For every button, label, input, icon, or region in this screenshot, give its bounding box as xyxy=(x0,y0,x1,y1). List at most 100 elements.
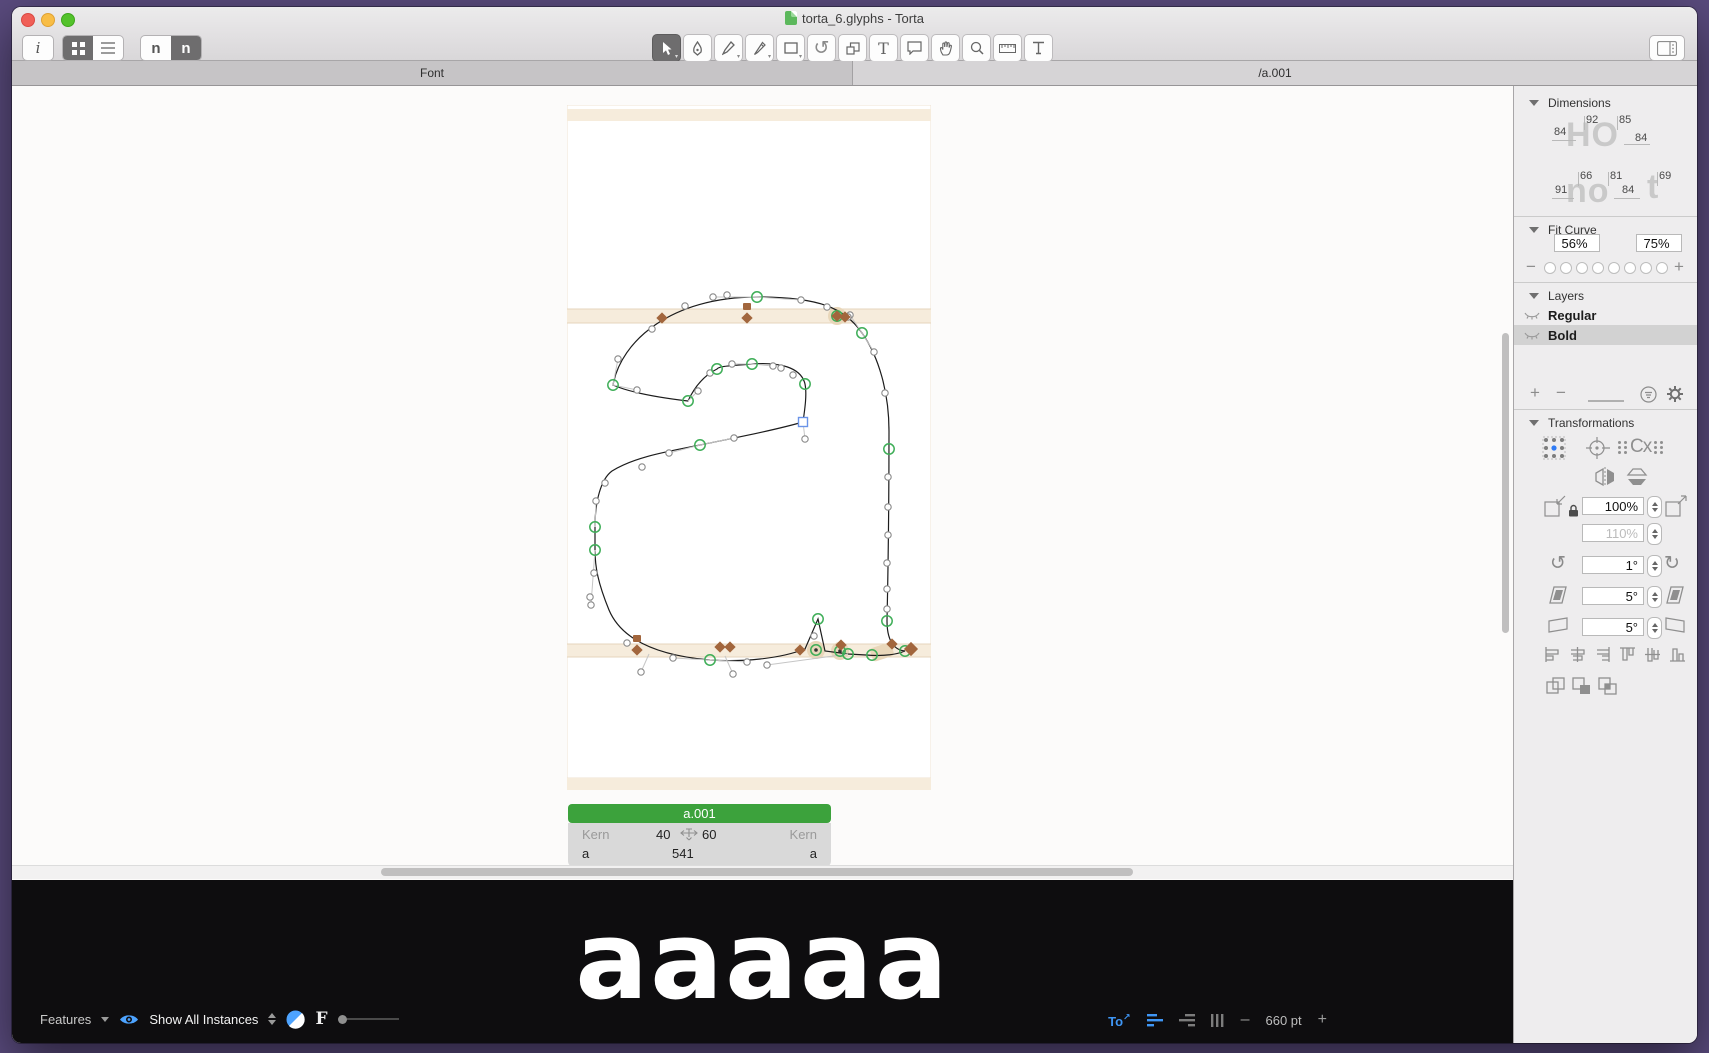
edit-canvas[interactable]: a.001 Kern 40 60 Kern a 541 a xyxy=(12,86,1513,880)
fit-curve-dot[interactable] xyxy=(1656,262,1668,274)
preview-area[interactable]: aaaaa Features Show All Instances F To↗ … xyxy=(12,880,1513,1043)
disclosure-triangle-icon[interactable] xyxy=(1529,227,1539,233)
tab-font[interactable]: Font xyxy=(12,61,853,85)
scale-y-stepper[interactable] xyxy=(1647,523,1662,545)
align-right-edges-icon[interactable] xyxy=(1594,646,1611,663)
align-top-edges-icon[interactable] xyxy=(1619,646,1636,663)
preview-eye-icon[interactable] xyxy=(119,1013,139,1026)
fit-curve-dot[interactable] xyxy=(1560,262,1572,274)
align-center-h-icon[interactable] xyxy=(1569,646,1586,663)
add-layer-button[interactable]: + xyxy=(1530,383,1540,403)
fit-curve-dot[interactable] xyxy=(1544,262,1556,274)
right-group-value[interactable]: a xyxy=(810,846,817,861)
fit-curve-dot[interactable] xyxy=(1624,262,1636,274)
intersect-icon[interactable] xyxy=(1598,677,1617,695)
scale-up-icon[interactable] xyxy=(1665,495,1687,517)
layer-settings-gear-icon[interactable] xyxy=(1666,385,1684,403)
transform-origin-grid-icon[interactable] xyxy=(1542,436,1566,460)
transformations-panel-header[interactable]: Transformations xyxy=(1529,416,1634,430)
chevron-down-icon[interactable] xyxy=(101,1017,109,1022)
scale-y-field[interactable]: 110% xyxy=(1582,524,1644,542)
kerning-toggle[interactable]: To↗ xyxy=(1108,1012,1130,1029)
rotate-field[interactable]: 1° xyxy=(1582,556,1644,574)
zoom-tool-button[interactable] xyxy=(962,34,991,62)
rotate-cw-icon[interactable]: ↻ xyxy=(1664,554,1680,573)
transform-reference-point-icon[interactable] xyxy=(1584,436,1610,460)
rsb-value[interactable]: 60 xyxy=(702,827,716,842)
slant-field[interactable]: 5° xyxy=(1582,587,1644,605)
slant-right-icon[interactable] xyxy=(1665,586,1685,604)
fit-curve-dot[interactable] xyxy=(1576,262,1588,274)
glyph-edit-area[interactable] xyxy=(567,105,931,778)
font-info-button[interactable]: i xyxy=(22,35,54,61)
transform-background-cx-icon[interactable]: Cx xyxy=(1618,436,1663,458)
disclosure-triangle-icon[interactable] xyxy=(1529,100,1539,106)
lsb-value[interactable]: 40 xyxy=(656,827,670,842)
tab-glyph-a001[interactable]: /a.001 xyxy=(853,61,1697,85)
pencil-tool-button[interactable]: ▾ xyxy=(745,34,774,62)
align-left-icon[interactable] xyxy=(1147,1014,1163,1027)
invert-preview-icon[interactable] xyxy=(286,1010,305,1029)
hslant-stepper[interactable] xyxy=(1647,617,1662,639)
slant-left-icon[interactable] xyxy=(1548,586,1568,604)
fit-curve-plus-button[interactable]: + xyxy=(1674,257,1684,277)
align-left-edges-icon[interactable] xyxy=(1544,646,1561,663)
features-menu[interactable]: Features xyxy=(40,1012,91,1027)
lock-icon[interactable] xyxy=(1568,504,1579,517)
slant-stepper[interactable] xyxy=(1647,586,1662,608)
filter-layers-icon[interactable] xyxy=(1640,386,1657,403)
horizontal-scrollbar-thumb[interactable] xyxy=(381,868,1133,876)
select-tool-button[interactable]: ▾ xyxy=(652,34,681,62)
layers-panel-header[interactable]: Layers xyxy=(1529,289,1584,303)
corner-node[interactable] xyxy=(799,418,808,427)
disclosure-triangle-icon[interactable] xyxy=(1529,420,1539,426)
layer-eye-icon[interactable] xyxy=(1524,311,1540,320)
disclosure-triangle-icon[interactable] xyxy=(1529,293,1539,299)
draw-tool-button[interactable]: ▾ xyxy=(714,34,743,62)
metrics-lock-icon[interactable] xyxy=(680,828,698,843)
zoom-in-button[interactable]: + xyxy=(1318,1011,1327,1029)
toggle-sidebar-button[interactable] xyxy=(1649,35,1685,61)
horizontal-scrollbar-track[interactable] xyxy=(12,865,1513,879)
primitives-tool-button[interactable]: ▾ xyxy=(776,34,805,62)
glyph-name-bar[interactable]: a.001 xyxy=(568,804,831,823)
fit-curve-dot[interactable] xyxy=(1608,262,1620,274)
align-center-v-icon[interactable] xyxy=(1644,646,1661,663)
kern-right-label[interactable]: Kern xyxy=(790,827,817,842)
hslant-right-icon[interactable] xyxy=(1665,617,1685,633)
ruler-tool-button[interactable] xyxy=(993,34,1022,62)
corner-tool-button[interactable] xyxy=(683,34,712,62)
union-icon[interactable] xyxy=(1546,677,1565,695)
fit-curve-minus-button[interactable]: − xyxy=(1526,257,1536,277)
rotate-tool-button[interactable]: ↺ xyxy=(807,34,836,62)
text-tool-button[interactable]: T xyxy=(869,34,898,62)
hslant-left-icon[interactable] xyxy=(1548,617,1568,633)
subtract-icon[interactable] xyxy=(1572,677,1591,695)
scale-x-stepper[interactable] xyxy=(1647,496,1662,518)
fit-curve-dot[interactable] xyxy=(1640,262,1652,274)
updown-chevrons-icon[interactable] xyxy=(268,1013,276,1025)
preview-size-value[interactable]: 660 pt xyxy=(1266,1013,1302,1028)
master-regular-button[interactable]: n xyxy=(141,36,171,60)
scale-x-field[interactable]: 100% xyxy=(1582,497,1644,515)
fit-curve-min-field[interactable]: 56% xyxy=(1554,234,1600,252)
layer-eye-icon[interactable] xyxy=(1524,331,1540,340)
scale-down-icon[interactable] xyxy=(1544,495,1566,517)
hslant-field[interactable]: 5° xyxy=(1582,618,1644,636)
fit-curve-dot[interactable] xyxy=(1592,262,1604,274)
vertical-scrollbar-thumb[interactable] xyxy=(1502,333,1509,633)
left-group-value[interactable]: a xyxy=(582,846,589,861)
align-right-icon[interactable] xyxy=(1179,1014,1195,1027)
remove-layer-button[interactable]: − xyxy=(1556,383,1566,403)
kern-left-label[interactable]: Kern xyxy=(582,827,609,842)
annotation-tool-button[interactable] xyxy=(900,34,929,62)
layer-row-regular[interactable]: Regular xyxy=(1514,305,1697,325)
rotate-ccw-icon[interactable]: ↺ xyxy=(1550,554,1566,573)
align-bottom-edges-icon[interactable] xyxy=(1669,646,1686,663)
flip-vertical-icon[interactable] xyxy=(1626,467,1648,487)
show-all-instances-menu[interactable]: Show All Instances xyxy=(149,1012,258,1027)
width-value[interactable]: 541 xyxy=(672,846,694,861)
hand-tool-button[interactable] xyxy=(931,34,960,62)
fit-curve-max-field[interactable]: 75% xyxy=(1636,234,1682,252)
measure-tool-button[interactable] xyxy=(1024,34,1053,62)
